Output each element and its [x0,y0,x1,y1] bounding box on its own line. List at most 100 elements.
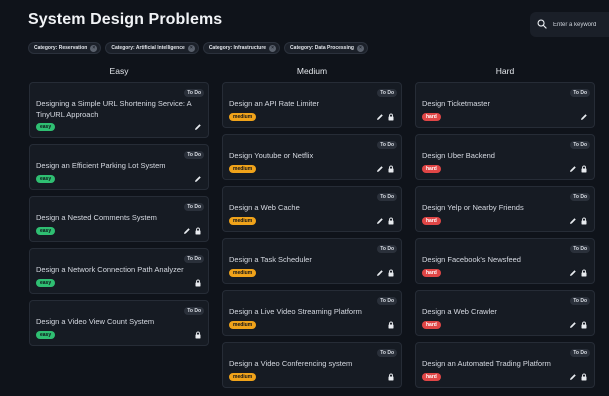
problem-card[interactable]: To Do Design a Video Conferencing system… [222,342,402,388]
problem-title: Design Uber Backend [422,151,495,160]
difficulty-badge: easy [36,175,56,183]
lock-icon [580,165,588,173]
difficulty-badge: medium [229,165,257,173]
filter-chip-reservation[interactable]: Category: Reservation × [28,42,102,54]
problem-card[interactable]: To Do Design Yelp or Nearby Friends hard [415,186,595,232]
problem-card[interactable]: To Do Design an Efficient Parking Lot Sy… [29,144,209,190]
status-badge: To Do [184,89,204,97]
remove-filter-icon[interactable]: × [187,44,195,52]
problem-card[interactable]: To Do Designing a Simple URL Shortening … [29,82,209,138]
lock-icon [194,227,202,235]
column-hard: Hard To Do Design Ticketmaster hard To D… [415,66,595,394]
filter-chip-infrastructure[interactable]: Category: Infrastructure × [202,42,281,54]
difficulty-badge: medium [229,321,257,329]
lock-icon [194,331,202,339]
status-badge: To Do [184,307,204,315]
problem-title: Design an Automated Trading Platform [422,359,551,368]
edit-icon[interactable] [569,321,577,329]
problem-title: Design an API Rate Limiter [229,99,320,108]
status-badge: To Do [570,297,590,305]
problem-card[interactable]: To Do Design a Nested Comments System ea… [29,196,209,242]
edit-icon[interactable] [183,227,191,235]
status-badge: To Do [570,349,590,357]
difficulty-badge: medium [229,113,257,121]
edit-icon[interactable] [569,373,577,381]
problem-title: Design a Task Scheduler [229,255,312,264]
lock-icon [387,373,395,381]
problem-title: Design Youtube or Netflix [229,151,314,160]
edit-icon[interactable] [569,269,577,277]
edit-icon[interactable] [376,113,384,121]
edit-icon[interactable] [569,217,577,225]
problem-card[interactable]: To Do Design a Network Connection Path A… [29,248,209,294]
status-badge: To Do [184,203,204,211]
remove-filter-icon[interactable]: × [356,44,364,52]
problem-card[interactable]: To Do Design Uber Backend hard [415,134,595,180]
problem-card[interactable]: To Do Design an API Rate Limiter medium [222,82,402,128]
edit-icon[interactable] [569,165,577,173]
column-easy: Easy To Do Designing a Simple URL Shorte… [29,66,209,352]
problem-title: Design a Web Crawler [422,307,497,316]
filter-chip-label: Category: Artificial Intelligence [111,45,185,51]
difficulty-badge: hard [422,269,441,277]
status-badge: To Do [184,151,204,159]
edit-icon[interactable] [194,123,202,131]
filter-chip-artificial-intelligence[interactable]: Category: Artificial Intelligence × [105,42,199,54]
problem-title: Design a Video View Count System [36,317,155,326]
status-badge: To Do [377,89,397,97]
lock-icon [580,373,588,381]
edit-icon[interactable] [376,165,384,173]
problem-card[interactable]: To Do Design Ticketmaster hard [415,82,595,128]
edit-icon[interactable] [376,269,384,277]
search-icon [537,16,547,34]
difficulty-badge: hard [422,217,441,225]
problem-card[interactable]: To Do Design a Web Crawler hard [415,290,595,336]
problem-card[interactable]: To Do Design Facebook's Newsfeed hard [415,238,595,284]
remove-filter-icon[interactable]: × [90,44,98,52]
lock-icon [387,269,395,277]
problem-card[interactable]: To Do Design a Web Cache medium [222,186,402,232]
page-title: System Design Problems [28,11,223,28]
filter-chip-data-processing[interactable]: Category: Data Processing × [284,42,368,54]
search-box[interactable] [530,12,609,37]
edit-icon[interactable] [376,217,384,225]
column-heading: Medium [296,66,328,76]
status-badge: To Do [570,245,590,253]
column-heading: Hard [495,66,515,76]
remove-filter-icon[interactable]: × [269,44,277,52]
problem-card[interactable]: To Do Design an Automated Trading Platfo… [415,342,595,388]
edit-icon[interactable] [194,175,202,183]
status-badge: To Do [184,255,204,263]
status-badge: To Do [570,193,590,201]
problem-title: Design a Live Video Streaming Platform [229,307,362,316]
filter-chip-label: Category: Data Processing [290,45,354,51]
difficulty-badge: easy [36,123,56,131]
status-badge: To Do [570,89,590,97]
difficulty-badge: easy [36,279,56,287]
problem-title: Design Ticketmaster [422,99,490,108]
problem-title: Design a Network Connection Path Analyze… [36,265,184,274]
status-badge: To Do [570,141,590,149]
problem-title: Design a Nested Comments System [36,213,157,222]
column-heading: Easy [109,66,129,76]
lock-icon [580,321,588,329]
status-badge: To Do [377,193,397,201]
search-input[interactable] [553,21,609,28]
status-badge: To Do [377,349,397,357]
lock-icon [387,321,395,329]
problem-title: Design an Efficient Parking Lot System [36,161,166,170]
filter-chip-label: Category: Reservation [34,45,88,51]
lock-icon [194,279,202,287]
lock-icon [580,269,588,277]
difficulty-badge: hard [422,113,441,121]
difficulty-badge: medium [229,373,257,381]
status-badge: To Do [377,141,397,149]
problem-card[interactable]: To Do Design a Video View Count System e… [29,300,209,346]
difficulty-badge: medium [229,269,257,277]
problem-card[interactable]: To Do Design Youtube or Netflix medium [222,134,402,180]
filter-chips: Category: Reservation × Category: Artifi… [28,42,368,54]
problem-card[interactable]: To Do Design a Task Scheduler medium [222,238,402,284]
difficulty-badge: easy [36,227,56,235]
problem-card[interactable]: To Do Design a Live Video Streaming Plat… [222,290,402,336]
edit-icon[interactable] [580,113,588,121]
